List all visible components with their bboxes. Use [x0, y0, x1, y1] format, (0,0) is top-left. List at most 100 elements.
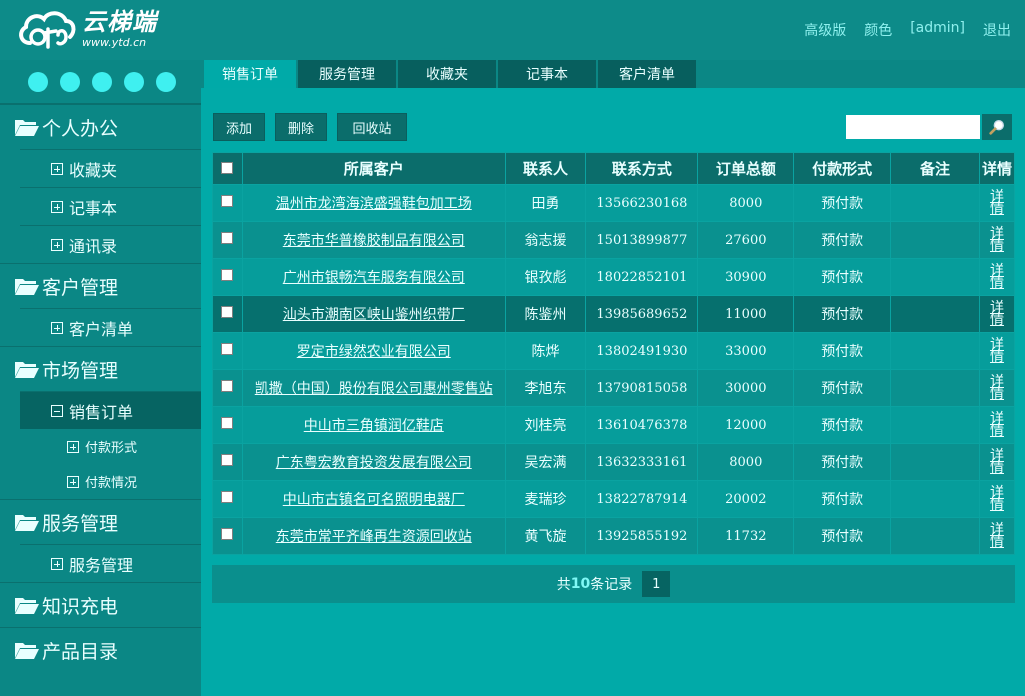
tab-service-management[interactable]: 服务管理: [298, 60, 396, 88]
sidebar-group-customers[interactable]: 客户管理: [0, 263, 201, 308]
contact-cell: 黄飞旋: [504, 517, 587, 555]
tab-customer-list[interactable]: 客户清单: [598, 60, 696, 88]
table-row[interactable]: 凯撒（中国）股份有限公司惠州零售站 李旭东 13790815058 30000 预付款 详…: [212, 369, 1016, 407]
customer-link[interactable]: 广东粤宏教育投资发展有限公司: [276, 455, 472, 471]
table-row[interactable]: 广东粤宏教育投资发展有限公司 吴宏满 13632333161 8000 预付款 详情: [212, 443, 1016, 481]
sidebar-item-notepad[interactable]: 记事本: [20, 187, 201, 225]
header-note[interactable]: 备注: [890, 152, 980, 185]
sidebar-item-favorites[interactable]: 收藏夹: [20, 149, 201, 187]
note-cell: [890, 258, 980, 296]
table-header-row: 所属客户 联系人 联系方式 订单总额 付款形式 备注 详情: [212, 152, 1016, 185]
advanced-link[interactable]: 高级版: [804, 20, 846, 40]
sidebar-group-market[interactable]: 市场管理: [0, 346, 201, 391]
sidebar-group-service[interactable]: 服务管理: [0, 499, 201, 544]
row-checkbox[interactable]: [221, 343, 234, 355]
row-checkbox[interactable]: [221, 232, 234, 244]
row-checkbox[interactable]: [221, 306, 234, 318]
sidebar-item-contacts[interactable]: 通讯录: [20, 225, 201, 263]
sidebar-group-products[interactable]: 产品目录: [0, 627, 201, 672]
search-button[interactable]: [982, 114, 1012, 140]
row-checkbox[interactable]: [221, 380, 234, 392]
detail-link[interactable]: 详情: [990, 301, 1004, 327]
customer-link[interactable]: 罗定市绿然农业有限公司: [297, 344, 451, 360]
select-all-cell: [212, 152, 243, 185]
contact-cell: 银孜彪: [504, 258, 587, 296]
row-checkbox[interactable]: [221, 269, 234, 281]
header-detail[interactable]: 详情: [978, 152, 1016, 185]
color-link[interactable]: 颜色: [864, 20, 892, 40]
sidebar-item-service-management[interactable]: 服务管理: [20, 544, 201, 582]
admin-link[interactable]: [admin]: [910, 20, 965, 40]
row-select-cell: [212, 184, 243, 222]
row-checkbox[interactable]: [221, 195, 234, 207]
customer-link[interactable]: 温州市龙湾海滨盛强鞋包加工场: [276, 196, 472, 212]
page-number-button[interactable]: 1: [642, 571, 671, 597]
detail-link[interactable]: 详情: [990, 338, 1004, 364]
row-checkbox[interactable]: [221, 491, 234, 503]
pager-prefix: 共: [556, 577, 571, 593]
customer-link[interactable]: 东莞市常平齐峰再生资源回收站: [276, 529, 472, 545]
sidebar-item-sales-orders[interactable]: 销售订单: [20, 391, 201, 429]
sidebar-item-payment-form[interactable]: 付款形式: [20, 429, 201, 464]
plus-icon: [51, 321, 63, 334]
detail-link[interactable]: 详情: [990, 523, 1004, 549]
detail-link[interactable]: 详情: [990, 190, 1004, 216]
tab-favorites[interactable]: 收藏夹: [398, 60, 496, 88]
header-customer[interactable]: 所属客户: [241, 152, 506, 185]
dot-4[interactable]: [124, 71, 144, 92]
search-input[interactable]: [846, 115, 980, 139]
customer-link[interactable]: 汕头市潮南区峡山鉴州织带厂: [283, 307, 465, 323]
tab-sales-orders[interactable]: 销售订单: [204, 60, 296, 88]
header-contact[interactable]: 联系人: [504, 152, 587, 185]
detail-link[interactable]: 详情: [990, 412, 1004, 438]
tabs: 销售订单 服务管理 收藏夹 记事本 客户清单: [204, 60, 698, 88]
logout-link[interactable]: 退出: [983, 20, 1011, 40]
sidebar-group-knowledge[interactable]: 知识充电: [0, 582, 201, 627]
dot-2[interactable]: [60, 71, 80, 92]
table-row[interactable]: 温州市龙湾海滨盛强鞋包加工场 田勇 13566230168 8000 预付款 详情: [212, 184, 1016, 222]
note-cell: [890, 406, 980, 444]
table-row[interactable]: 广州市银畅汽车服务有限公司 银孜彪 18022852101 30900 预付款 详情: [212, 258, 1016, 296]
add-button[interactable]: 添加: [213, 113, 265, 141]
header-phone[interactable]: 联系方式: [585, 152, 699, 185]
select-all-checkbox[interactable]: [221, 161, 234, 174]
detail-link[interactable]: 详情: [990, 449, 1004, 475]
header-amount[interactable]: 订单总额: [697, 152, 795, 185]
table-row[interactable]: 东莞市华普橡胶制品有限公司 翁志援 15013899877 27600 预付款 详情: [212, 221, 1016, 259]
payment-cell: 预付款: [793, 221, 892, 259]
customer-link[interactable]: 中山市古镇名可名照明电器厂: [283, 492, 465, 508]
sidebar-item-payment-status[interactable]: 付款情况: [20, 464, 201, 499]
customer-link[interactable]: 广州市银畅汽车服务有限公司: [283, 270, 465, 286]
detail-link[interactable]: 详情: [990, 375, 1004, 401]
phone-cell: 13925855192: [585, 517, 699, 555]
row-checkbox[interactable]: [221, 417, 234, 429]
table-row[interactable]: 罗定市绿然农业有限公司 陈烨 13802491930 33000 预付款 详情: [212, 332, 1016, 370]
table-row[interactable]: 汕头市潮南区峡山鉴州织带厂 陈鉴州 13985689652 11000 预付款 详情: [212, 295, 1016, 333]
tab-notepad[interactable]: 记事本: [498, 60, 596, 88]
sidebar-group-personal[interactable]: 个人办公: [0, 104, 201, 149]
dot-3[interactable]: [92, 71, 112, 92]
detail-link[interactable]: 详情: [990, 227, 1004, 253]
dot-5[interactable]: [156, 71, 176, 92]
recycle-bin-button[interactable]: 回收站: [337, 113, 407, 141]
sidebar-item-customer-list[interactable]: 客户清单: [20, 308, 201, 346]
detail-link[interactable]: 详情: [990, 264, 1004, 290]
customer-cell: 中山市三角镇润亿鞋店: [241, 406, 506, 444]
table-row[interactable]: 东莞市常平齐峰再生资源回收站 黄飞旋 13925855192 11732 预付款 详情: [212, 517, 1016, 555]
detail-cell: 详情: [978, 369, 1016, 407]
delete-button[interactable]: 删除: [275, 113, 327, 141]
table-row[interactable]: 中山市三角镇润亿鞋店 刘桂亮 13610476378 12000 预付款 详情: [212, 406, 1016, 444]
phone-cell: 13985689652: [585, 295, 699, 333]
note-cell: [890, 295, 980, 333]
row-checkbox[interactable]: [221, 528, 234, 540]
dot-1[interactable]: [28, 71, 48, 92]
phone-cell: 13802491930: [585, 332, 699, 370]
customer-link[interactable]: 中山市三角镇润亿鞋店: [304, 418, 444, 434]
detail-link[interactable]: 详情: [990, 486, 1004, 512]
header-payment[interactable]: 付款形式: [793, 152, 892, 185]
customer-link[interactable]: 东莞市华普橡胶制品有限公司: [283, 233, 465, 249]
table-row[interactable]: 中山市古镇名可名照明电器厂 麦瑞珍 13822787914 20002 预付款 详情: [212, 480, 1016, 518]
folder-open-icon: [15, 362, 39, 378]
customer-link[interactable]: 凯撒（中国）股份有限公司惠州零售站: [255, 381, 493, 397]
row-checkbox[interactable]: [221, 454, 234, 466]
